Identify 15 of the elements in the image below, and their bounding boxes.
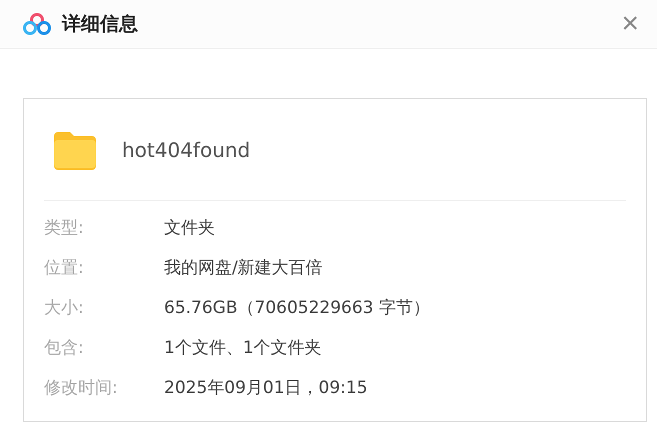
detail-value: 65.76GB（70605229663 字节） <box>164 296 430 318</box>
detail-label: 包含: <box>44 336 85 358</box>
detail-value: 文件夹 <box>164 216 215 238</box>
detail-value: 2025年09月01日，09:15 <box>164 376 368 398</box>
folder-name: hot404found <box>122 138 250 162</box>
window-title: 详细信息 <box>62 12 139 37</box>
detail-label: 类型: <box>44 216 85 238</box>
detail-label: 大小: <box>44 296 85 318</box>
detail-label: 修改时间: <box>44 376 119 398</box>
detail-value: 1个文件、1个文件夹 <box>164 336 322 358</box>
logo-icon <box>22 11 52 37</box>
detail-label: 位置: <box>44 256 85 278</box>
detail-value: 我的网盘/新建大百倍 <box>164 256 323 278</box>
close-button[interactable]: × <box>617 9 643 39</box>
folder-icon <box>52 130 98 170</box>
